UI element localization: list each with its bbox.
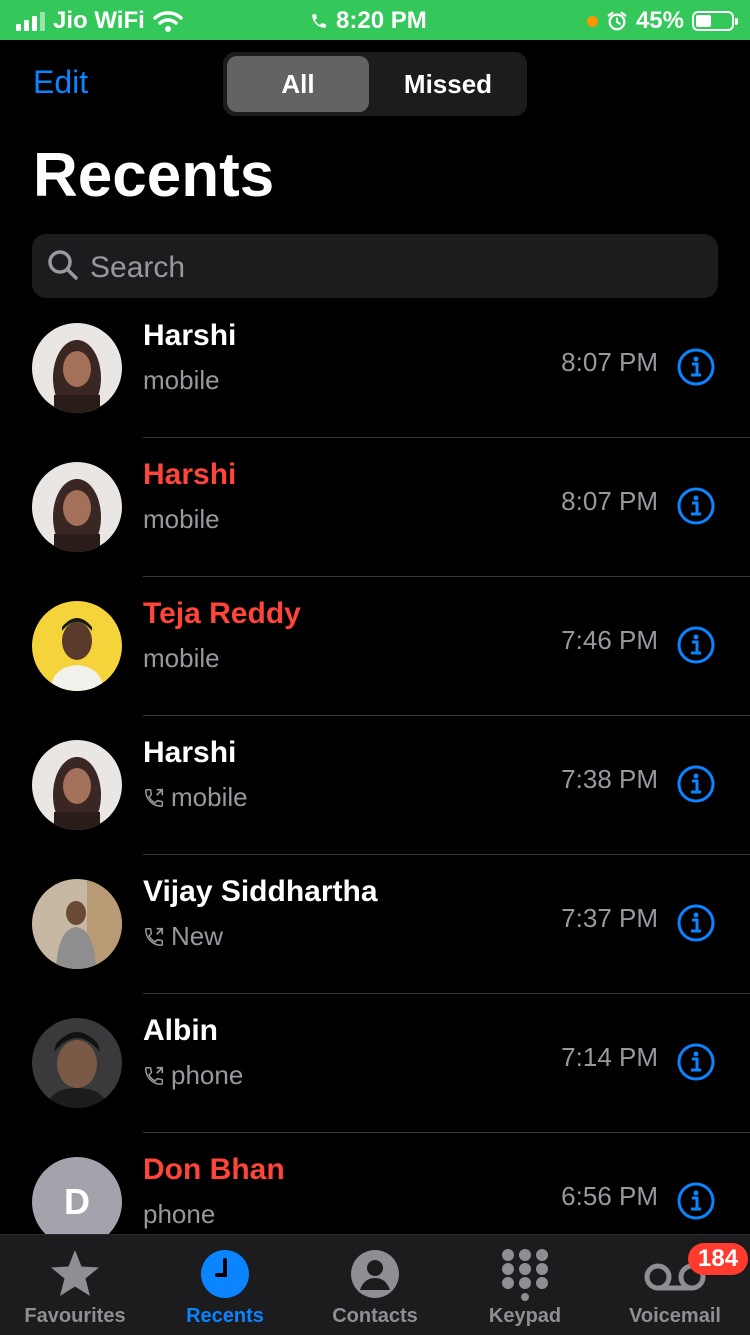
tab-voicemail[interactable]: 184 Voicemail (600, 1243, 750, 1328)
call-type: New (143, 921, 223, 952)
clock-icon (201, 1250, 249, 1298)
call-type: mobile (143, 365, 220, 396)
call-row[interactable]: Teja Reddy mobile 7:46 PM (0, 577, 750, 716)
tab-keypad[interactable]: Keypad (450, 1247, 600, 1328)
contact-name: Harshi (143, 736, 237, 769)
info-icon[interactable] (676, 1181, 716, 1221)
tab-label: Recents (186, 1305, 264, 1327)
contact-name: Don Bhan (143, 1153, 285, 1186)
carrier-label: Jio WiFi (53, 7, 145, 34)
battery-percent: 45% (635, 7, 684, 34)
contact-name: Harshi (143, 458, 237, 491)
call-row[interactable]: Harshi mobile 7:38 PM (0, 716, 750, 855)
wifi-icon (153, 11, 183, 32)
voicemail-badge: 184 (688, 1243, 749, 1275)
contact-name: Vijay Siddhartha (143, 875, 378, 908)
call-type: mobile (143, 782, 248, 813)
avatar (32, 1018, 122, 1108)
avatar (32, 879, 122, 969)
call-time: 7:37 PM (561, 903, 658, 933)
call-time: 8:07 PM (561, 347, 658, 377)
info-icon[interactable] (676, 903, 716, 943)
segment-all[interactable]: All (227, 56, 369, 112)
tab-favourites[interactable]: Favourites (0, 1247, 150, 1328)
tab-label: Voicemail (629, 1305, 721, 1327)
avatar (32, 740, 122, 830)
tab-label: Contacts (332, 1305, 418, 1327)
keypad-icon (502, 1249, 548, 1301)
person-icon (351, 1250, 399, 1298)
avatar (32, 462, 122, 552)
contact-name: Albin (143, 1014, 218, 1047)
call-type-label: phone (171, 1060, 244, 1090)
segment-missed[interactable]: Missed (373, 56, 523, 112)
outgoing-call-icon (145, 788, 164, 807)
edit-button[interactable]: Edit (33, 64, 88, 101)
call-time: 7:46 PM (561, 625, 658, 655)
call-row[interactable]: Harshi mobile 8:07 PM (0, 438, 750, 577)
outgoing-call-icon (145, 1066, 164, 1085)
tab-label: Favourites (24, 1305, 126, 1327)
search-field[interactable]: Search (32, 234, 718, 298)
tab-recents[interactable]: Recents (150, 1247, 300, 1328)
call-type-label: mobile (143, 504, 220, 534)
call-time: 7:14 PM (561, 1042, 658, 1072)
tab-contacts[interactable]: Contacts (300, 1247, 450, 1328)
outgoing-call-icon (145, 927, 164, 946)
call-filter-segmented-control: All Missed (223, 52, 527, 116)
contact-name: Teja Reddy (143, 597, 301, 630)
star-icon (51, 1250, 99, 1296)
info-icon[interactable] (676, 486, 716, 526)
info-icon[interactable] (676, 764, 716, 804)
call-type-label: mobile (143, 643, 220, 673)
call-time: 6:56 PM (561, 1181, 658, 1211)
avatar (32, 323, 122, 413)
clock-time: 8:20 PM (336, 7, 427, 34)
info-icon[interactable] (676, 347, 716, 387)
call-time: 8:07 PM (561, 486, 658, 516)
signal-icon (16, 11, 45, 31)
call-row[interactable]: Harshi mobile 8:07 PM (0, 299, 750, 438)
call-type-label: phone (143, 1199, 216, 1229)
info-icon[interactable] (676, 625, 716, 665)
info-icon[interactable] (676, 1042, 716, 1082)
call-type: mobile (143, 643, 220, 674)
status-bar: Jio WiFi 8:20 PM 45% (0, 0, 750, 40)
call-row[interactable]: Vijay Siddhartha New 7:37 PM (0, 855, 750, 994)
page-title: Recents (33, 141, 275, 210)
call-row[interactable]: Albin phone 7:14 PM (0, 994, 750, 1133)
privacy-dot (586, 15, 598, 27)
call-type: phone (143, 1060, 243, 1091)
avatar-initial: D (64, 1181, 90, 1222)
call-time: 7:38 PM (561, 764, 658, 794)
search-placeholder: Search (90, 251, 186, 284)
call-type-label: mobile (143, 365, 220, 395)
contact-name: Harshi (143, 319, 237, 352)
call-type-label: mobile (171, 782, 248, 812)
alarm-icon (607, 11, 627, 31)
tab-bar: Favourites Recents Contacts Keypad 184 V… (0, 1234, 750, 1335)
call-type: phone (143, 1199, 215, 1230)
battery-icon (692, 11, 738, 31)
search-icon (48, 250, 78, 280)
call-type-label: New (171, 921, 224, 951)
tab-label: Keypad (488, 1305, 562, 1327)
phone-icon (312, 14, 326, 28)
call-type: mobile (143, 504, 220, 535)
avatar (32, 601, 122, 691)
